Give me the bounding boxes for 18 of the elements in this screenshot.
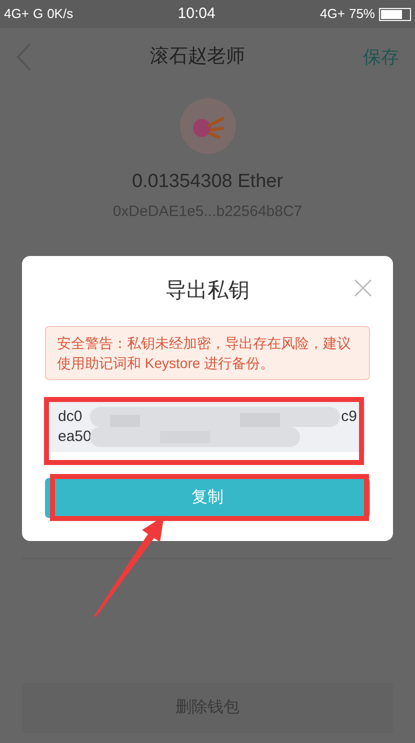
page-title: 滚石赵老师 (149, 44, 246, 69)
close-icon[interactable] (354, 279, 372, 297)
network-label: 4G+ (320, 5, 345, 24)
battery-icon (379, 8, 411, 20)
security-warning: 安全警告：私钥未经加密，导出存在风险，建议使用助记词和 Keystore 进行备份。 (45, 326, 370, 380)
copy-button[interactable]: 复制 (45, 478, 370, 518)
dialog-title: 导出私钥 (166, 278, 250, 304)
status-text: 4G+ (4, 5, 29, 24)
clock: 10:04 (178, 4, 216, 24)
status-text: G (32, 5, 44, 24)
balance-text: 0.01354308 Ether (132, 170, 284, 194)
key-text: dc0 (58, 407, 82, 427)
key-text: ea50 (58, 427, 92, 447)
save-button[interactable]: 保存 (363, 44, 399, 70)
status-text: 0K/s (47, 5, 74, 24)
avatar-icon (180, 98, 236, 154)
key-text: c9 (341, 407, 357, 427)
battery-percent: 75% (348, 5, 375, 24)
